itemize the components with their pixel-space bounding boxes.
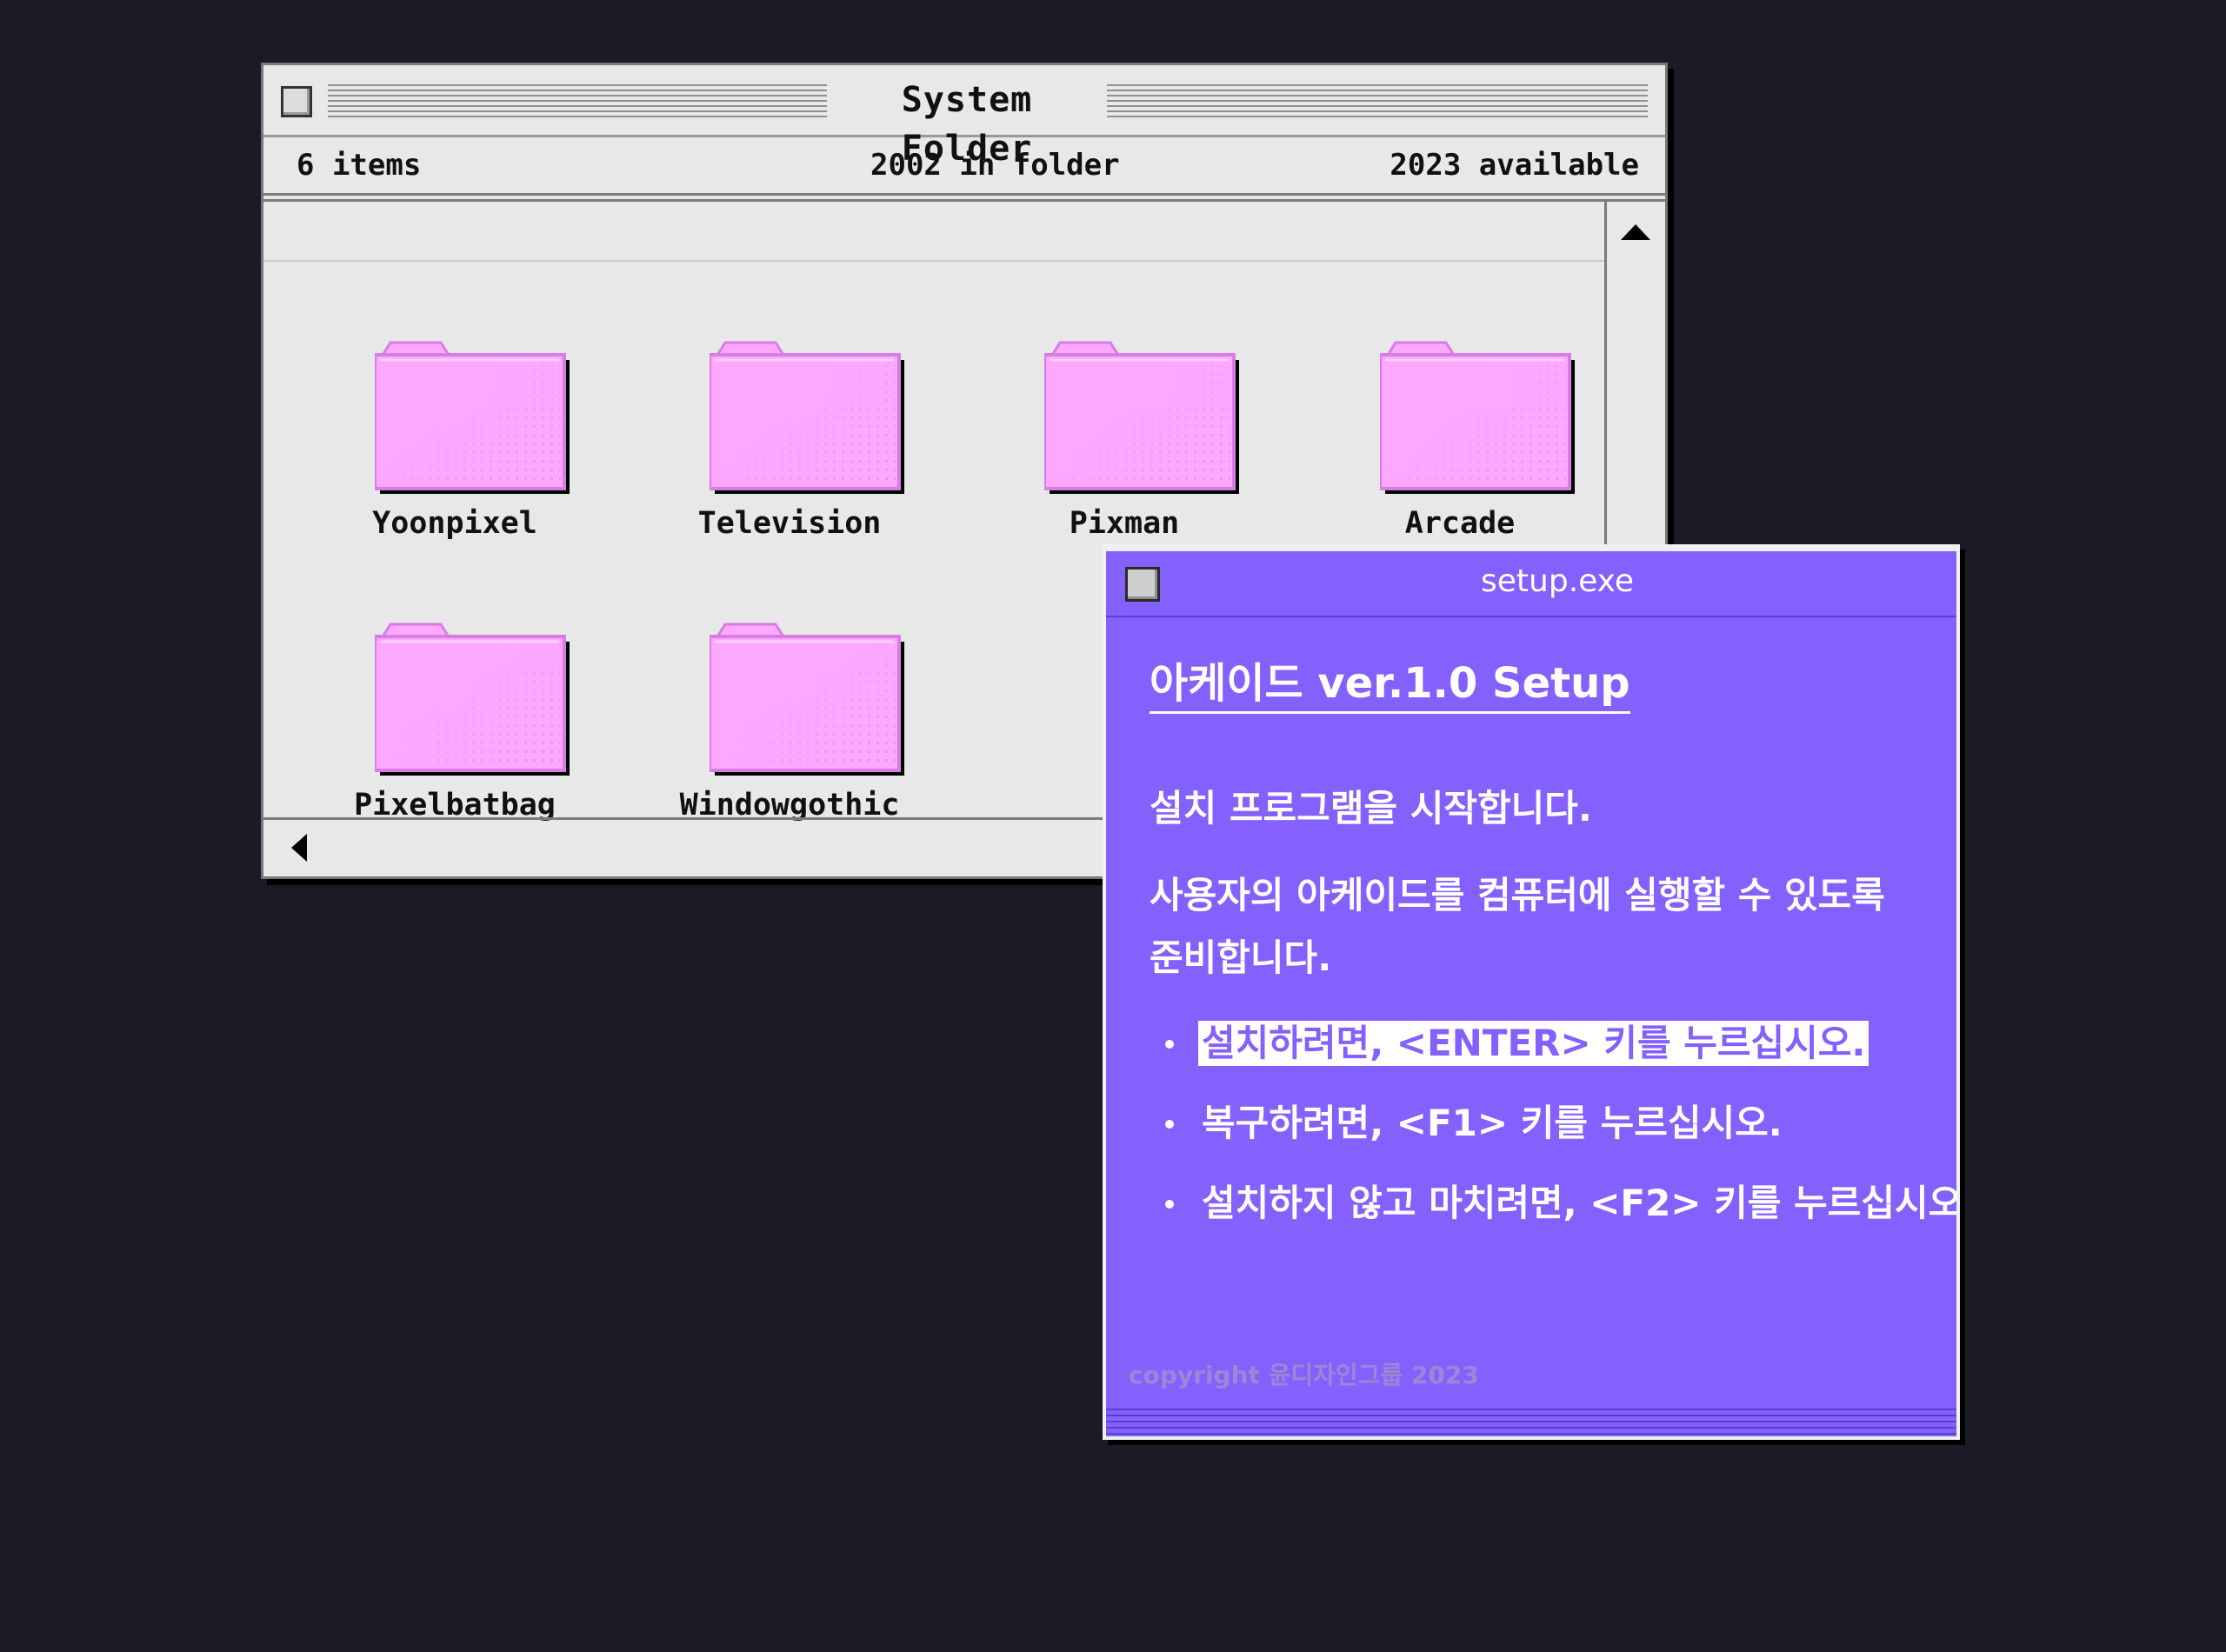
option-exit[interactable]: 설치하지 않고 마치려면, <F2> 키를 누르십시오.: [1198, 1181, 1956, 1226]
folder-icon: [375, 336, 570, 494]
scroll-left-arrow-icon[interactable]: [291, 834, 307, 862]
setup-intro-text: 설치 프로그램을 시작합니다.: [1150, 787, 1592, 829]
folder-item-pixelbatbag[interactable]: Pixelbatbag: [324, 617, 585, 835]
setup-window-title: setup.exe: [1481, 563, 1634, 599]
item-count: 6 items: [297, 148, 422, 183]
copyright-text: copyright 윤디자인그룹 2023: [1129, 1361, 1479, 1389]
folder-label: Arcade: [1404, 506, 1516, 541]
setup-window: setup.exe 아케이드 ver.1.0 Setup 설치 프로그램을 시작…: [1103, 544, 1960, 1440]
folder-item-yoonpixel[interactable]: Yoonpixel: [324, 336, 585, 553]
titlebar-stripes-left: [328, 84, 827, 119]
content-divider: [263, 260, 1604, 262]
bullet-icon: [1165, 1120, 1174, 1129]
folder-titlebar[interactable]: System Folder: [263, 65, 1665, 169]
folder-item-pixman[interactable]: Pixman: [994, 336, 1255, 553]
folder-icon: [710, 336, 904, 494]
scroll-up-arrow-icon[interactable]: [1621, 224, 1650, 240]
folder-icon: [1044, 336, 1239, 494]
setup-description-line2: 준비합니다.: [1150, 936, 1332, 979]
folder-icon: [1380, 336, 1575, 494]
folder-item-arcade[interactable]: Arcade: [1330, 336, 1590, 553]
setup-titlebar[interactable]: setup.exe: [1106, 551, 1956, 617]
bullet-icon: [1165, 1040, 1174, 1049]
folder-icon: [710, 617, 904, 776]
setup-close-box[interactable]: [1125, 567, 1160, 602]
folder-info-bar: 6 items 2002 in folder 2023 available: [263, 137, 1665, 196]
folder-item-television[interactable]: Television: [659, 336, 920, 553]
option-repair[interactable]: 복구하려면, <F1> 키를 누르십시오.: [1198, 1101, 1786, 1146]
option-install[interactable]: 설치하려면, <ENTER> 키를 누르십시오.: [1198, 1021, 1869, 1066]
available-space: 2023 available: [1390, 148, 1639, 183]
folder-label: Television: [697, 506, 882, 541]
folder-size: 2002 in folder: [870, 148, 1120, 183]
folder-icon: [375, 617, 570, 776]
folder-label: Yoonpixel: [372, 506, 537, 541]
setup-heading: 아케이드 ver.1.0 Setup: [1150, 649, 1630, 714]
folder-item-windowgothic[interactable]: Windowgothic: [659, 617, 920, 835]
folder-close-box[interactable]: [281, 86, 312, 117]
setup-description-line1: 사용자의 아케이드를 컴퓨터에 실행할 수 있도록: [1150, 874, 1885, 916]
desktop: System Folder 6 items 2002 in folder 202…: [0, 0, 2226, 1652]
setup-footer-stripes: [1106, 1409, 1956, 1436]
bullet-icon: [1165, 1200, 1174, 1209]
folder-window-title: System Folder: [901, 80, 1033, 169]
titlebar-stripes-right: [1107, 84, 1648, 119]
folder-label: Pixman: [1069, 506, 1180, 541]
